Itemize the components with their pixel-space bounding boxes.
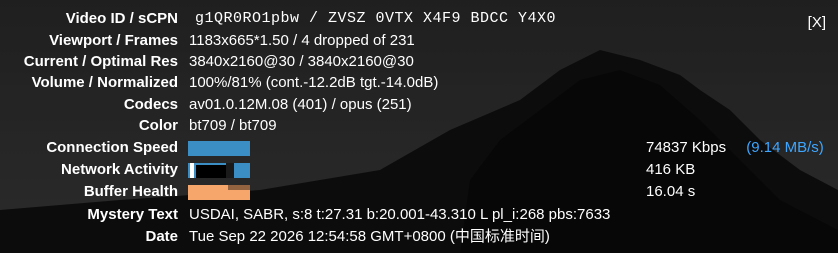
volume-label: Volume / Normalized	[31, 74, 178, 91]
color-value: bt709 / bt709	[189, 117, 277, 134]
connection-speed-mbs: (9.14 MB/s)	[746, 139, 824, 156]
row-date: Date Tue Sep 22 2026 12:54:58 GMT+0800 (…	[0, 226, 838, 248]
row-video-id: Video ID / sCPN g1QR0RO1pbw / ZVSZ 0VTX …	[0, 8, 838, 30]
video-id-value: g1QR0RO1pbw / ZVSZ 0VTX X4F9 BDCC Y4X0	[195, 10, 557, 27]
connection-speed-label: Connection Speed	[46, 139, 178, 156]
row-res: Current / Optimal Res 3840x2160@30 / 384…	[0, 51, 838, 73]
connection-speed-value: 74837 Kbps (9.14 MB/s)	[646, 137, 824, 159]
connection-speed-graph	[188, 141, 250, 156]
row-buffer-health: Buffer Health 16.04 s	[0, 181, 838, 203]
buffer-health-label: Buffer Health	[83, 183, 178, 200]
row-network-activity: Network Activity 416 KB	[0, 159, 838, 181]
row-viewport: Viewport / Frames 1183x665*1.50 / 4 drop…	[0, 30, 838, 52]
date-value: Tue Sep 22 2026 12:54:58 GMT+0800 (中国标准时…	[189, 228, 550, 245]
res-label: Current / Optimal Res	[23, 53, 178, 70]
row-volume: Volume / Normalized 100%/81% (cont.-12.2…	[0, 72, 838, 94]
buffer-health-value: 16.04 s	[646, 183, 696, 200]
codecs-value: av01.0.12M.08 (401) / opus (251)	[189, 96, 412, 113]
mystery-text-value: USDAI, SABR, s:8 t:27.31 b:20.001-43.310…	[189, 206, 611, 223]
row-connection-speed: Connection Speed 74837 Kbps (9.14 MB/s)	[0, 137, 838, 159]
buffer-health-graph	[188, 185, 250, 200]
date-label: Date	[145, 228, 178, 245]
mystery-text-label: Mystery Text	[87, 206, 178, 223]
row-mystery-text: Mystery Text USDAI, SABR, s:8 t:27.31 b:…	[0, 204, 838, 226]
network-activity-label: Network Activity	[61, 161, 178, 178]
row-codecs: Codecs av01.0.12M.08 (401) / opus (251)	[0, 94, 838, 116]
network-activity-value: 416 KB	[646, 161, 696, 178]
video-id-label: Video ID / sCPN	[65, 10, 178, 27]
connection-speed-kbps: 74837 Kbps	[646, 139, 727, 156]
viewport-label: Viewport / Frames	[49, 32, 178, 49]
row-color: Color bt709 / bt709	[0, 115, 838, 137]
network-activity-graph	[188, 163, 250, 178]
codecs-label: Codecs	[123, 96, 178, 113]
color-label: Color	[138, 117, 178, 134]
volume-value: 100%/81% (cont.-12.2dB tgt.-14.0dB)	[189, 74, 439, 91]
res-value: 3840x2160@30 / 3840x2160@30	[189, 53, 414, 70]
viewport-value: 1183x665*1.50 / 4 dropped of 231	[189, 32, 415, 49]
